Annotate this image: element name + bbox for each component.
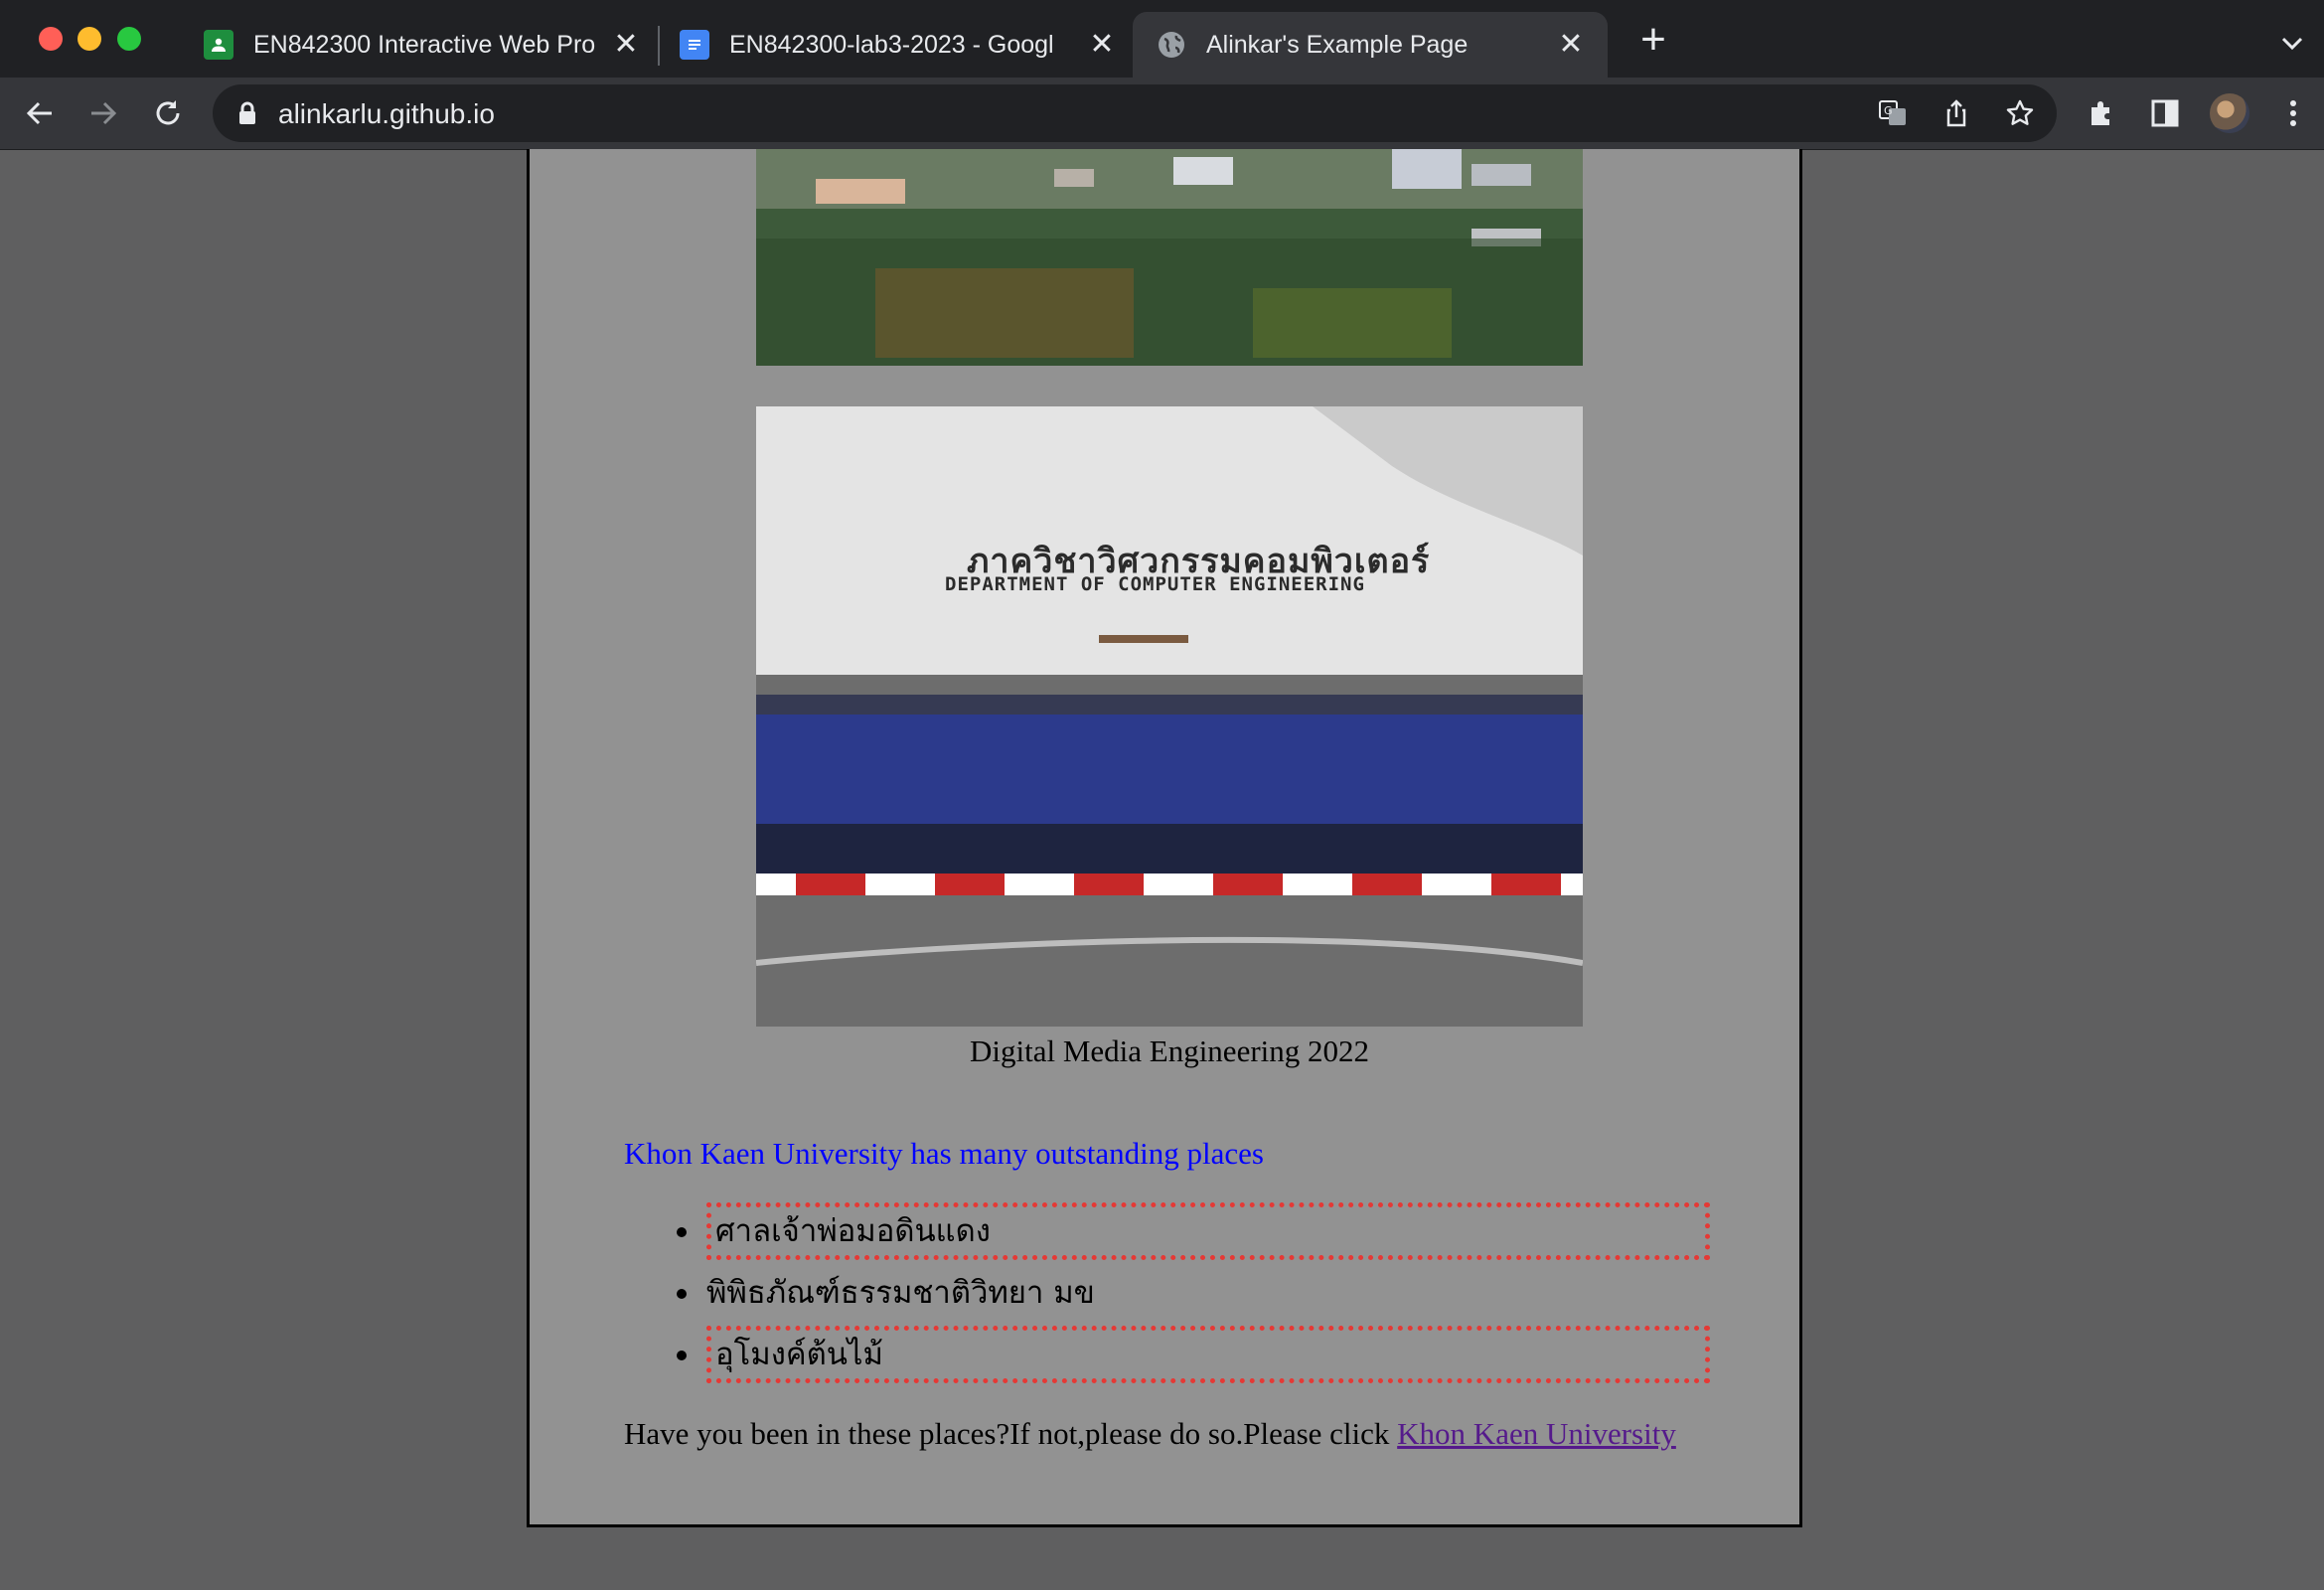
- bookmark-star-icon[interactable]: [2005, 98, 2035, 128]
- close-tab-icon[interactable]: ✕: [611, 30, 641, 60]
- url-text: alinkarlu.github.io: [278, 98, 495, 129]
- tab-strip: EN842300 Interactive Web Pro ✕ EN842300-…: [0, 0, 2324, 78]
- list-item: พิพิธภัณฑ์ธรรมชาติวิทยา มข: [677, 1264, 1710, 1322]
- new-tab-button[interactable]: +: [1635, 18, 1671, 62]
- address-bar[interactable]: alinkarlu.github.io G: [213, 84, 2057, 142]
- globe-icon: [1157, 30, 1186, 60]
- footer-paragraph: Have you been in these places?If not,ple…: [624, 1416, 1676, 1452]
- sign-english-text: DEPARTMENT OF COMPUTER ENGINEERING: [945, 573, 1365, 595]
- more-menu-icon[interactable]: [2275, 95, 2311, 131]
- minimize-window-button[interactable]: [77, 27, 101, 51]
- tab-classroom[interactable]: EN842300 Interactive Web Pro ✕: [204, 12, 641, 78]
- footer-text: Have you been in these places?If not,ple…: [624, 1416, 1398, 1451]
- translate-icon[interactable]: G: [1878, 98, 1908, 128]
- tab-search-chevron-icon[interactable]: [2277, 28, 2307, 58]
- forward-arrow-icon[interactable]: [85, 95, 121, 131]
- close-tab-icon[interactable]: ✕: [1087, 30, 1117, 60]
- profile-avatar[interactable]: [2210, 93, 2249, 133]
- bullet-icon: [677, 1289, 687, 1299]
- bullet-icon: [677, 1351, 687, 1360]
- browser-toolbar: alinkarlu.github.io G: [0, 78, 2324, 150]
- tab-title: EN842300 Interactive Web Pro: [253, 30, 596, 59]
- khon-kaen-university-link[interactable]: Khon Kaen University: [1397, 1416, 1676, 1451]
- place-name: อุโมงค์ต้นไม้: [715, 1337, 883, 1372]
- close-tab-icon[interactable]: ✕: [1556, 30, 1586, 60]
- google-classroom-icon: [204, 30, 233, 60]
- photo-caption: Digital Media Engineering 2022: [969, 1034, 1370, 1068]
- list-item: อุโมงค์ต้นไม้: [677, 1326, 1710, 1383]
- campus-aerial-photo: [756, 149, 1583, 366]
- page-container: ภาควิชาวิศวกรรมคอมพิวเตอร์ DEPARTMENT OF…: [527, 149, 1802, 1527]
- places-heading: Khon Kaen University has many outstandin…: [624, 1136, 1264, 1171]
- maximize-window-button[interactable]: [117, 27, 141, 51]
- list-item: ศาลเจ้าพ่อมอดินแดง: [677, 1202, 1710, 1260]
- tab-title: EN842300-lab3-2023 - Googl: [729, 30, 1054, 59]
- reload-icon[interactable]: [150, 95, 186, 131]
- share-icon[interactable]: [1941, 98, 1971, 128]
- close-window-button[interactable]: [39, 27, 63, 51]
- tab-google-docs[interactable]: EN842300-lab3-2023 - Googl ✕: [680, 12, 1117, 78]
- tab-title: Alinkar's Example Page: [1206, 30, 1469, 59]
- group-photo: ภาควิชาวิศวกรรมคอมพิวเตอร์ DEPARTMENT OF…: [756, 406, 1583, 1027]
- side-panel-icon[interactable]: [2147, 95, 2183, 131]
- bullet-icon: [677, 1227, 687, 1237]
- places-list: ศาลเจ้าพ่อมอดินแดง พิพิธภัณฑ์ธรรมชาติวิท…: [677, 1202, 1710, 1387]
- place-name: พิพิธภัณฑ์ธรรมชาติวิทยา มข: [706, 1275, 1095, 1311]
- extensions-puzzle-icon[interactable]: [2085, 95, 2120, 131]
- tab-example-page[interactable]: Alinkar's Example Page ✕: [1133, 12, 1608, 78]
- back-arrow-icon[interactable]: [22, 95, 58, 131]
- place-name: ศาลเจ้าพ่อมอดินแดง: [715, 1213, 991, 1249]
- tab-separator: [658, 26, 660, 66]
- lock-icon[interactable]: [236, 100, 258, 131]
- google-docs-icon: [680, 30, 709, 60]
- svg-text:G: G: [1884, 104, 1893, 117]
